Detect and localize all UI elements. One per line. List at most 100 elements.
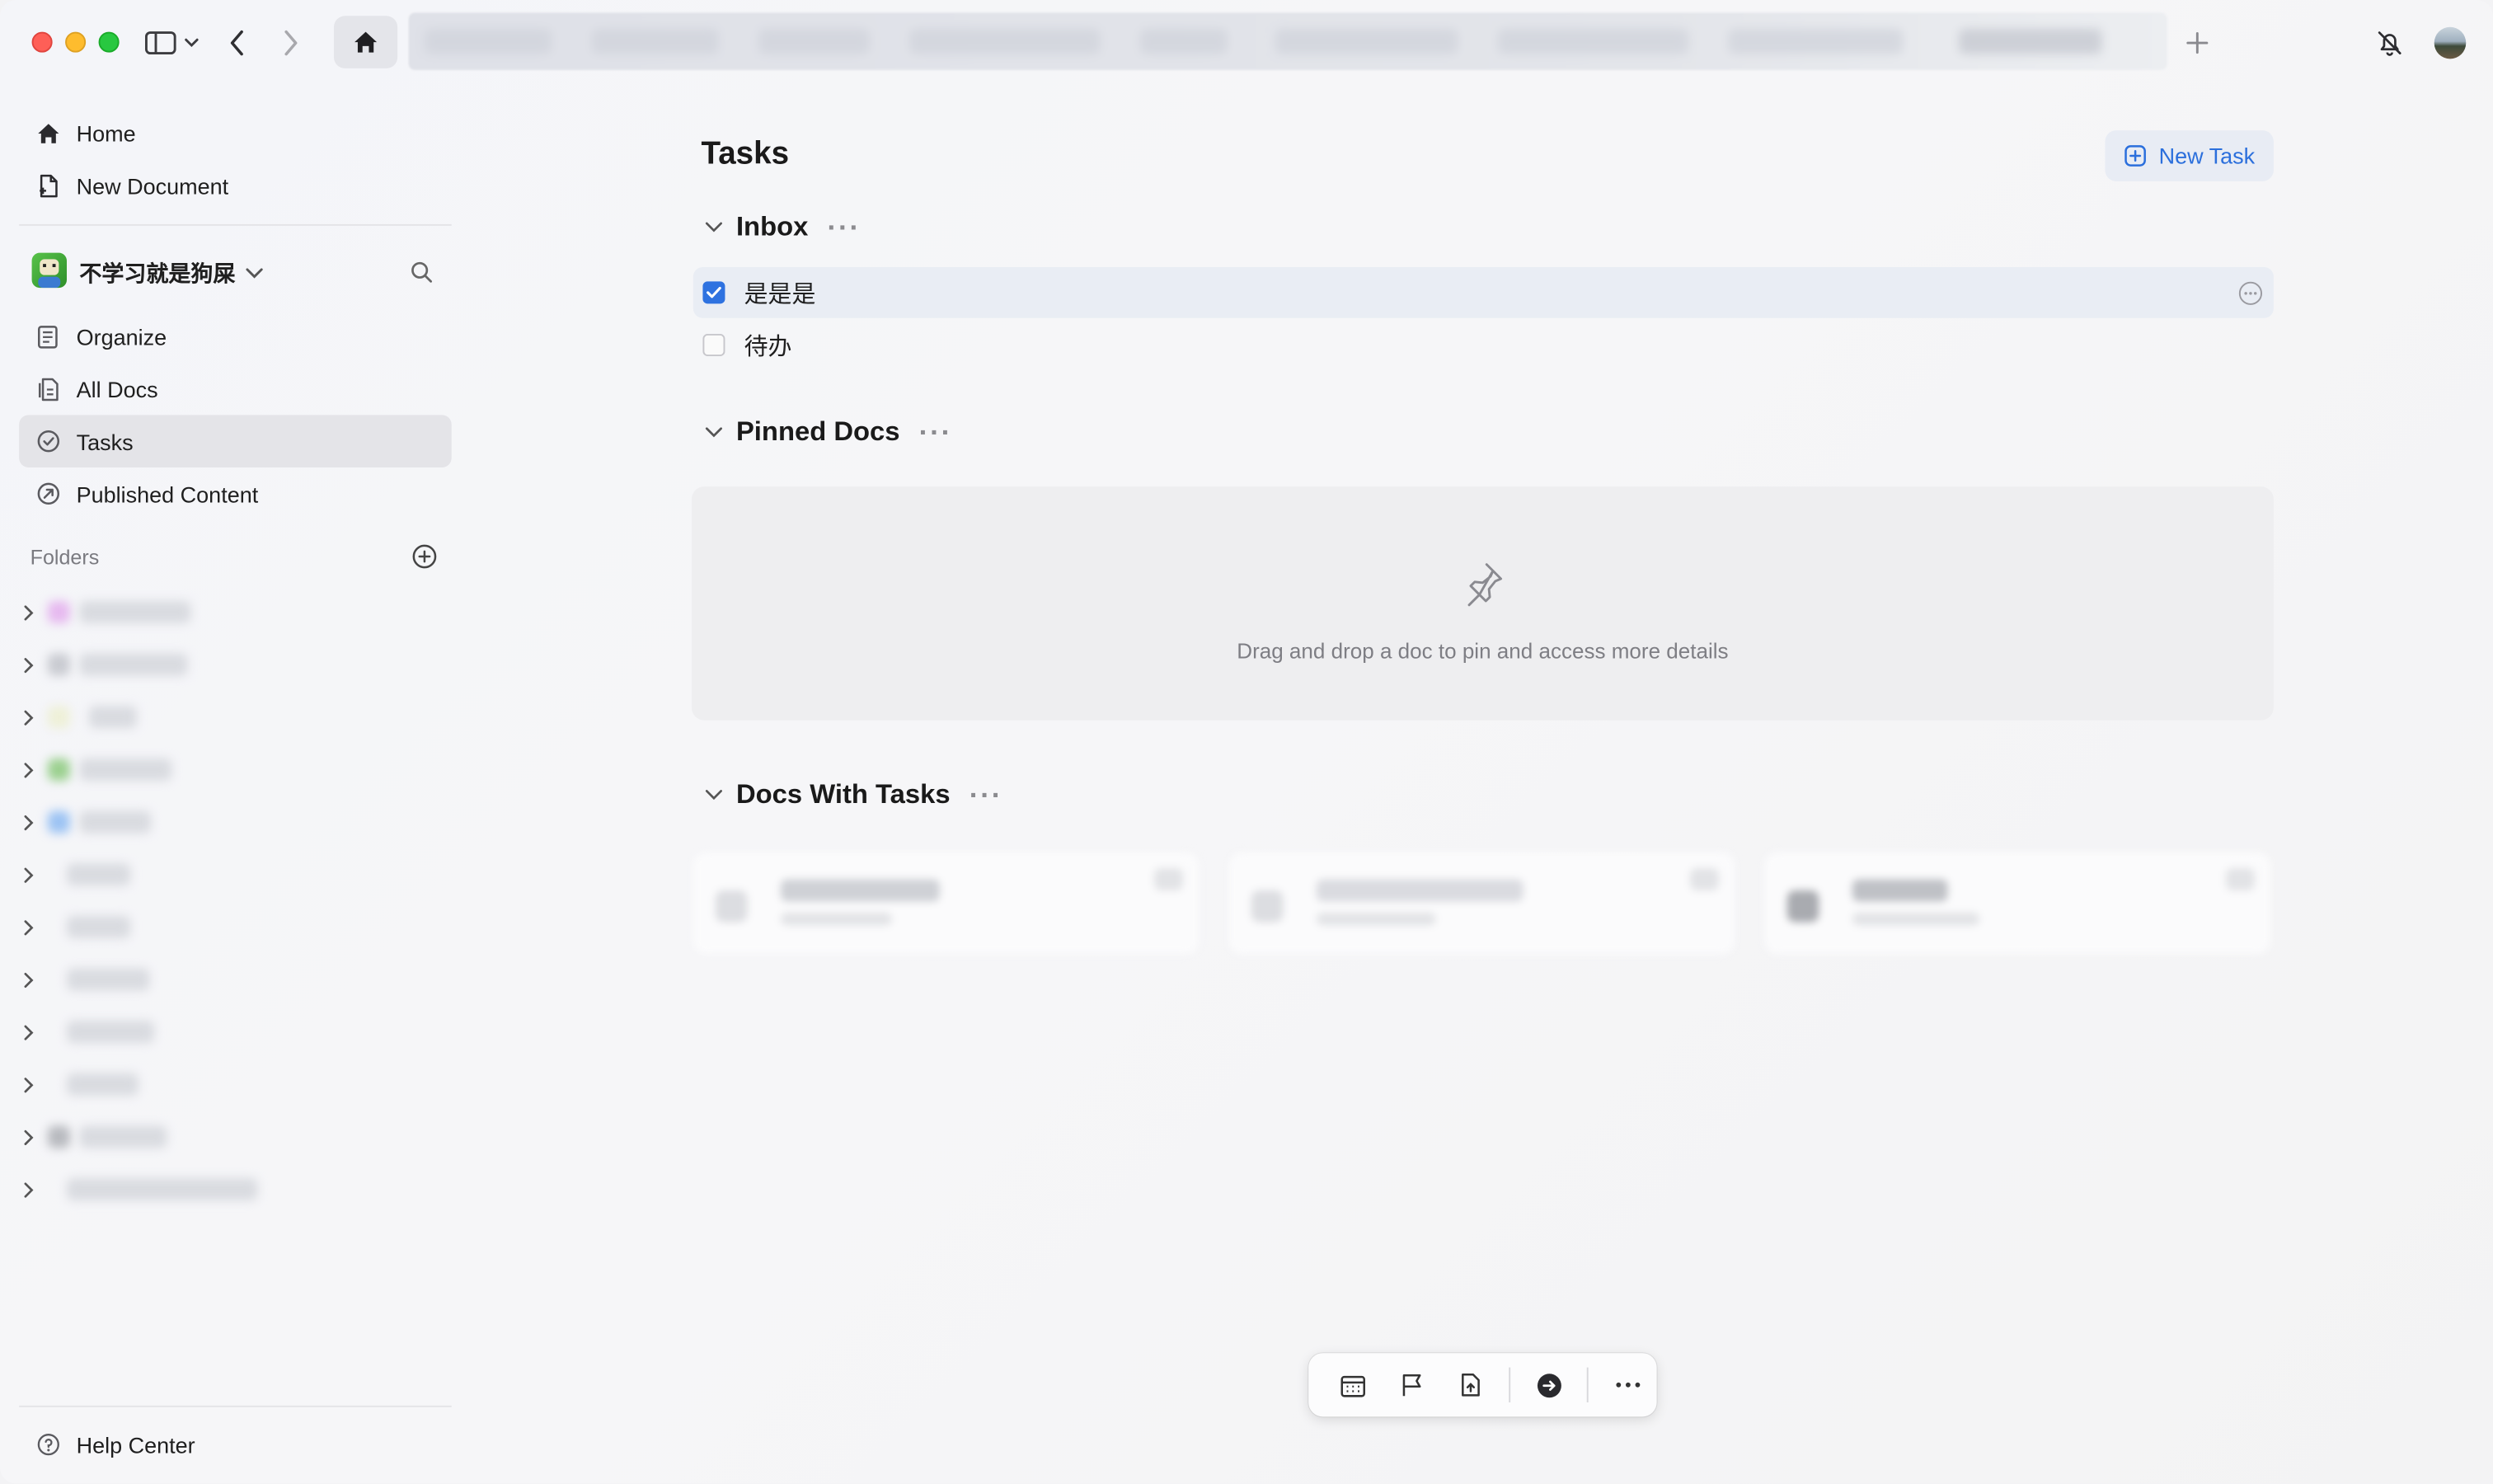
back-button[interactable] <box>221 26 253 60</box>
help-icon <box>19 1433 76 1457</box>
folder-item[interactable] <box>22 698 261 736</box>
more-icon[interactable]: ··· <box>919 418 952 447</box>
plus-square-icon <box>2124 145 2146 167</box>
folder-item[interactable] <box>22 1013 261 1051</box>
folder-item[interactable] <box>22 1065 261 1103</box>
pinned-docs-section-header[interactable]: Pinned Docs ··· <box>704 416 952 448</box>
sidebar-toggle-icon <box>144 31 199 55</box>
chevron-down-icon <box>705 427 722 438</box>
page-title: Tasks <box>701 136 790 172</box>
upload-doc-button[interactable] <box>1441 1361 1500 1409</box>
folder-item[interactable] <box>22 750 261 788</box>
tasks-icon <box>19 430 76 453</box>
pinned-docs-title: Pinned Docs <box>735 416 900 447</box>
toolbar-divider <box>1587 1367 1589 1403</box>
inbox-title: Inbox <box>735 211 809 242</box>
folder-item[interactable] <box>22 856 261 894</box>
upload-doc-icon <box>1461 1374 1479 1397</box>
close-window-button[interactable] <box>31 31 53 53</box>
folder-item[interactable] <box>22 1170 261 1208</box>
checkmark-icon <box>707 286 721 298</box>
all-docs-icon <box>19 376 76 402</box>
sidebar-item-label: Home <box>76 120 136 146</box>
workspace-switcher[interactable]: 不学习就是狗屎 <box>79 257 264 289</box>
new-tab-button[interactable] <box>2181 27 2214 59</box>
sidebar-item-label: All Docs <box>76 376 158 402</box>
task-more-button[interactable] <box>2238 281 2263 313</box>
new-task-label: New Task <box>2158 143 2256 169</box>
folder-item[interactable] <box>22 593 261 631</box>
chevron-right-icon <box>22 603 45 621</box>
chevron-right-icon <box>22 656 45 674</box>
sidebar-divider <box>19 1405 452 1407</box>
home-tab[interactable] <box>334 16 398 68</box>
chevron-right-icon <box>22 708 45 726</box>
workspace-name: 不学习就是狗屎 <box>79 261 236 287</box>
task-row[interactable]: 待办 <box>693 320 2274 371</box>
chevron-right-icon <box>22 918 45 936</box>
arrow-right-circle-icon <box>1537 1373 1561 1397</box>
tab-strip[interactable] <box>408 12 2167 70</box>
docs-with-tasks-section-header[interactable]: Docs With Tasks ··· <box>704 779 1002 811</box>
task-checkbox-unchecked[interactable] <box>702 334 725 357</box>
sidebar-item-label: Published Content <box>76 481 259 507</box>
sidebar-item-organize[interactable]: Organize <box>19 310 452 363</box>
toolbar-more-button[interactable] <box>1599 1361 1657 1409</box>
notifications-button[interactable] <box>2373 27 2406 59</box>
workspace-avatar <box>31 252 68 289</box>
doc-card[interactable] <box>1764 852 2271 955</box>
chevron-right-icon <box>284 30 298 56</box>
more-icon[interactable]: ··· <box>970 781 1002 810</box>
zoom-window-button[interactable] <box>98 31 120 53</box>
new-task-button[interactable]: New Task <box>2105 130 2274 181</box>
chevron-right-icon <box>22 866 45 883</box>
folder-item[interactable] <box>22 646 261 683</box>
help-center-label: Help Center <box>76 1431 195 1458</box>
pinned-docs-empty-message: Drag and drop a doc to pin and access mo… <box>1237 639 1729 664</box>
help-center-button[interactable]: Help Center <box>19 1418 452 1471</box>
sidebar-item-new-document[interactable]: New Document <box>19 159 452 212</box>
plus-circle-icon <box>412 544 437 569</box>
sidebar-item-home[interactable]: Home <box>19 106 452 159</box>
sidebar-item-tasks[interactable]: Tasks <box>19 415 452 468</box>
toolbar-divider <box>1508 1367 1510 1403</box>
sidebar-item-all-docs[interactable]: All Docs <box>19 363 452 416</box>
folder-item[interactable] <box>22 908 261 946</box>
folder-item[interactable] <box>22 1118 261 1156</box>
calendar-icon <box>1341 1374 1366 1397</box>
task-row[interactable]: 是是是 <box>692 267 2274 318</box>
task-checkbox-checked[interactable] <box>702 281 725 304</box>
calendar-button[interactable] <box>1325 1361 1383 1409</box>
chevron-down-icon <box>705 222 722 232</box>
sidebar-divider <box>19 223 452 226</box>
pin-icon <box>1462 561 1504 618</box>
user-avatar[interactable] <box>2434 26 2467 59</box>
add-folder-button[interactable] <box>411 542 439 571</box>
move-to-button[interactable] <box>1519 1361 1578 1409</box>
chevron-right-icon <box>22 970 45 988</box>
sidebar-item-label: New Document <box>76 172 229 199</box>
forward-button[interactable] <box>275 26 308 60</box>
chevron-right-icon <box>22 813 45 830</box>
task-label[interactable]: 待办 <box>744 328 792 362</box>
more-icon[interactable]: ··· <box>828 213 861 242</box>
sidebar-toggle-button[interactable] <box>140 27 204 59</box>
search-button[interactable] <box>407 257 436 286</box>
minimize-window-button[interactable] <box>65 31 87 53</box>
published-icon <box>19 481 76 505</box>
flag-button[interactable] <box>1383 1361 1441 1409</box>
doc-card[interactable] <box>1228 852 1735 955</box>
folders-heading: Folders <box>30 545 100 570</box>
sidebar-item-label: Organize <box>76 323 167 350</box>
doc-card[interactable] <box>692 852 1200 955</box>
inbox-section-header[interactable]: Inbox ··· <box>704 212 861 244</box>
folder-item[interactable] <box>22 803 261 841</box>
task-label[interactable]: 是是是 <box>744 276 816 310</box>
docs-with-tasks-title: Docs With Tasks <box>735 779 951 810</box>
chevron-right-icon <box>22 1076 45 1093</box>
app-window: Home New Document 不学习就是狗屎 Organize All D… <box>0 0 2493 1484</box>
sidebar-item-published-content[interactable]: Published Content <box>19 467 452 520</box>
folder-item[interactable] <box>22 960 261 998</box>
flag-icon <box>1402 1374 1421 1397</box>
pinned-docs-dropzone[interactable]: Drag and drop a doc to pin and access mo… <box>691 486 2274 721</box>
